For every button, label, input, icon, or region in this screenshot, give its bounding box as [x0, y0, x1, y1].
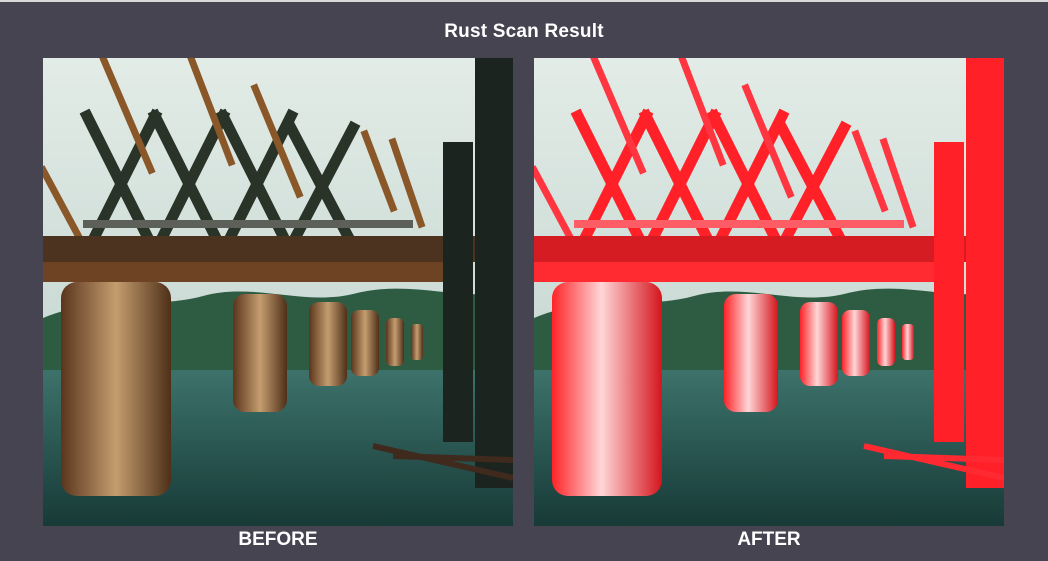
before-caption: BEFORE — [238, 529, 318, 550]
after-bridge-illustration — [534, 58, 1004, 526]
after-caption: AFTER — [737, 529, 801, 550]
result-title: Rust Scan Result — [444, 21, 604, 42]
before-bridge-illustration — [43, 58, 513, 526]
after-image — [534, 58, 1004, 526]
before-image — [43, 58, 513, 526]
result-window: Rust Scan Result BEFORE AFTER — [0, 0, 1048, 561]
